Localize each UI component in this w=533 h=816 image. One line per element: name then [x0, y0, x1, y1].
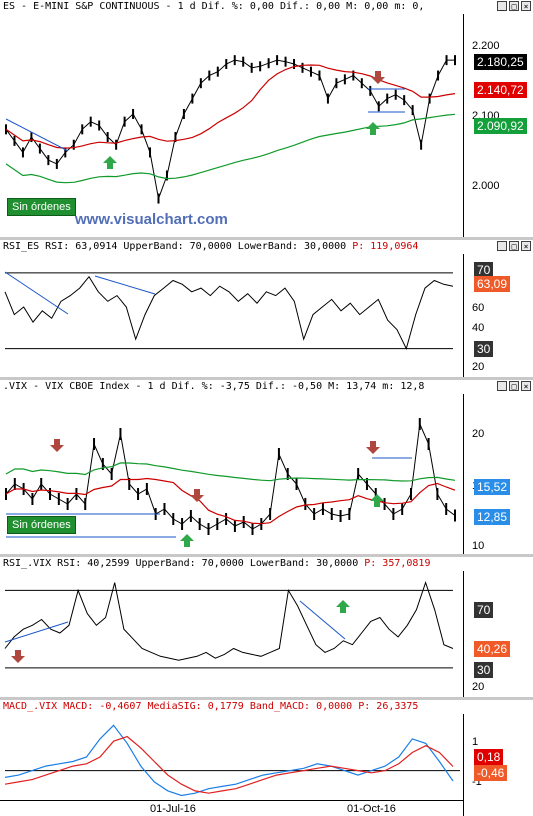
es-plot-area[interactable]: Sin órdenes www.visualchart.com	[0, 14, 463, 237]
rsi-es-tick-20: 20	[472, 361, 485, 373]
maximize-button[interactable]: □	[509, 381, 519, 391]
rsi-es-period: P: 119,0964	[352, 241, 419, 252]
rsi-es-lower-band-tag: 30	[474, 341, 494, 357]
vix-last-price-tag: 12,85	[474, 509, 511, 525]
rsi-es-axis: 60 40 20 70 63,09 30	[463, 254, 533, 377]
close-button[interactable]: ×	[521, 1, 531, 11]
vix-buy-arrow	[180, 534, 194, 547]
vix-plot-area[interactable]: Sin órdenes	[0, 394, 463, 554]
rsi-es-panel: RSI_ES RSI: 63,0914 UpperBand: 70,0000 L…	[0, 240, 533, 377]
vix-price-panel: .VIX - VIX CBOE Index - 1 d Dif. %: -3,7…	[0, 380, 533, 554]
x-axis-line	[0, 800, 463, 801]
es-sma-short-tag: 2.140,72	[474, 82, 527, 98]
rsi-vix-title: RSI_.VIX RSI: 40,2599 UpperBand: 70,0000…	[3, 558, 359, 569]
vix-sell-arrow	[50, 439, 64, 452]
rsi-vix-plot-area[interactable]	[0, 571, 463, 697]
rsi-vix-sell-arrow	[11, 650, 25, 663]
rsi-vix-lower-band-tag: 30	[474, 662, 494, 678]
rsi-vix-axis: 20 70 40,26 30	[463, 571, 533, 697]
rsi-vix-line	[4, 581, 454, 661]
rsi-es-tick-60: 60	[472, 302, 485, 314]
x-label-oct: 01-Oct-16	[347, 803, 396, 815]
macd-plot-area[interactable]	[0, 714, 463, 800]
close-button[interactable]: ×	[521, 381, 531, 391]
macd-line	[4, 724, 454, 797]
macd-chart-svg	[4, 724, 460, 797]
vix-panel-header: .VIX - VIX CBOE Index - 1 d Dif. %: -3,7…	[0, 380, 533, 394]
macd-title: MACD_.VIX MACD: -0,4607 MediaSIG: 0,1779…	[3, 701, 353, 712]
rsi-es-header: RSI_ES RSI: 63,0914 UpperBand: 70,0000 L…	[0, 240, 533, 254]
es-sma-long-tag: 2.090,92	[474, 118, 527, 134]
vix-sma-tag: 15,52	[474, 479, 511, 495]
es-panel-header: ES - E-MINI S&P CONTINUOUS - 1 d Dif. %:…	[0, 0, 533, 14]
rsi-es-trendline	[94, 275, 156, 295]
rsi-vix-header: RSI_.VIX RSI: 40,2599 UpperBand: 70,0000…	[0, 557, 533, 571]
rsi-vix-panel: RSI_.VIX RSI: 40,2599 UpperBand: 70,0000…	[0, 557, 533, 697]
rsi-es-trendline	[4, 271, 69, 315]
minimize-button[interactable]: _	[497, 241, 507, 251]
vix-tick-20: 20	[472, 428, 485, 440]
es-sell-arrow	[371, 71, 385, 84]
rsi-vix-period: P: 357,0819	[364, 558, 431, 569]
x-label-jul: 01-Jul-16	[150, 803, 196, 815]
rsi-vix-upper-band-tag: 70	[474, 602, 494, 618]
rsi-vix-tick-20: 20	[472, 681, 485, 693]
rsi-es-tick-40: 40	[472, 322, 485, 334]
sin-ordenes-badge[interactable]: Sin órdenes	[7, 516, 76, 534]
macd-signal-tag: 0,18	[474, 749, 504, 765]
rsi-vix-chart-svg	[4, 581, 454, 669]
vix-sma-long-line	[5, 462, 456, 482]
macd-tick-1: 1	[472, 736, 479, 748]
close-button[interactable]: ×	[521, 241, 531, 251]
es-price-panel: ES - E-MINI S&P CONTINUOUS - 1 d Dif. %:…	[0, 0, 533, 237]
visualchart-watermark: www.visualchart.com	[75, 211, 228, 228]
minimize-button[interactable]: _	[497, 381, 507, 391]
maximize-button[interactable]: □	[509, 1, 519, 11]
es-price-line	[5, 59, 455, 201]
macd-axis: 1 -1 0,18 -0,46	[463, 714, 533, 816]
es-buy-arrow	[103, 156, 117, 169]
rsi-es-line	[4, 275, 454, 351]
macd-value-tag: -0,46	[474, 765, 508, 781]
rsi-es-plot-area[interactable]	[0, 254, 463, 377]
rsi-es-title: RSI_ES RSI: 63,0914 UpperBand: 70,0000 L…	[3, 241, 347, 252]
es-tick-2000: 2.000	[472, 180, 500, 192]
es-tick-2200: 2.200	[472, 40, 500, 52]
es-window-buttons: _ □ ×	[497, 1, 531, 11]
vix-price-axis: 20 15 10 15,52 12,85	[463, 394, 533, 554]
rsi-vix-value-tag: 40,26	[474, 641, 511, 657]
maximize-button[interactable]: □	[509, 241, 519, 251]
rsi-es-chart-svg	[4, 271, 454, 351]
es-panel-title: ES - E-MINI S&P CONTINUOUS - 1 d Dif. %:…	[3, 1, 425, 12]
es-sma-short-line	[5, 64, 456, 149]
minimize-button[interactable]: _	[497, 1, 507, 11]
es-last-price-tag: 2.180,25	[474, 54, 527, 70]
macd-panel: MACD_.VIX MACD: -0,4607 MediaSIG: 0,1779…	[0, 700, 533, 816]
macd-period: P: 26,3375	[358, 701, 419, 712]
vix-window-buttons: _ □ ×	[497, 381, 531, 391]
sin-ordenes-badge[interactable]: Sin órdenes	[7, 198, 76, 216]
es-price-axis: 2.200 2.100 2.000 2.180,25 2.140,72 2.09…	[463, 14, 533, 237]
rsi-es-value-tag: 63,09	[474, 276, 511, 292]
vix-panel-title: .VIX - VIX CBOE Index - 1 d Dif. %: -3,7…	[3, 381, 425, 392]
rsi-es-window-buttons: _ □ ×	[497, 241, 531, 251]
vix-buy-arrow	[370, 494, 384, 507]
vix-sell-arrow	[190, 489, 204, 502]
vix-sell-arrow	[366, 441, 380, 454]
macd-header: MACD_.VIX MACD: -0,4607 MediaSIG: 0,1779…	[0, 700, 533, 714]
vix-tick-10: 10	[472, 540, 485, 552]
es-buy-arrow	[366, 122, 380, 135]
rsi-vix-buy-arrow	[336, 600, 350, 613]
